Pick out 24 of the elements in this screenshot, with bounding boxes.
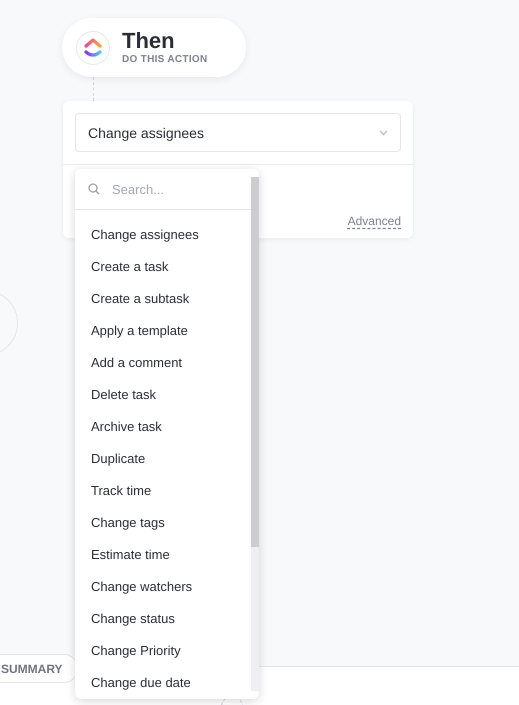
advanced-link[interactable]: Advanced [348,214,401,228]
menu-item[interactable]: Add a comment [75,347,251,379]
summary-tab[interactable]: SUMMARY [0,654,78,683]
search-icon [88,183,100,195]
app-logo-icon [76,30,110,64]
scrollbar[interactable] [251,177,259,691]
menu-item[interactable]: Archive task [75,411,251,443]
menu-item[interactable]: Duplicate [75,443,251,475]
chevron-down-icon [379,130,388,136]
menu-item[interactable]: Apply a template [75,315,251,347]
action-dropdown[interactable]: Change assignees [75,113,401,152]
menu-item[interactable]: Change status [75,603,251,635]
search-field[interactable]: Search... [112,182,232,196]
menu-item[interactable]: Change Priority [75,635,251,667]
menu-item[interactable]: Create a task [75,251,251,283]
menu-item[interactable]: Change watchers [75,571,251,603]
menu-item[interactable]: Change assignees [75,219,251,251]
step-title: Then [122,30,176,52]
menu-item[interactable]: Change tags [75,507,251,539]
menu-item[interactable]: Delete task [75,379,251,411]
menu-item[interactable]: Estimate time [75,539,251,571]
menu-item[interactable]: Create a subtask [75,283,251,315]
menu-item[interactable]: Track time [75,475,251,507]
step-subtitle: DO THIS ACTION [122,54,208,65]
